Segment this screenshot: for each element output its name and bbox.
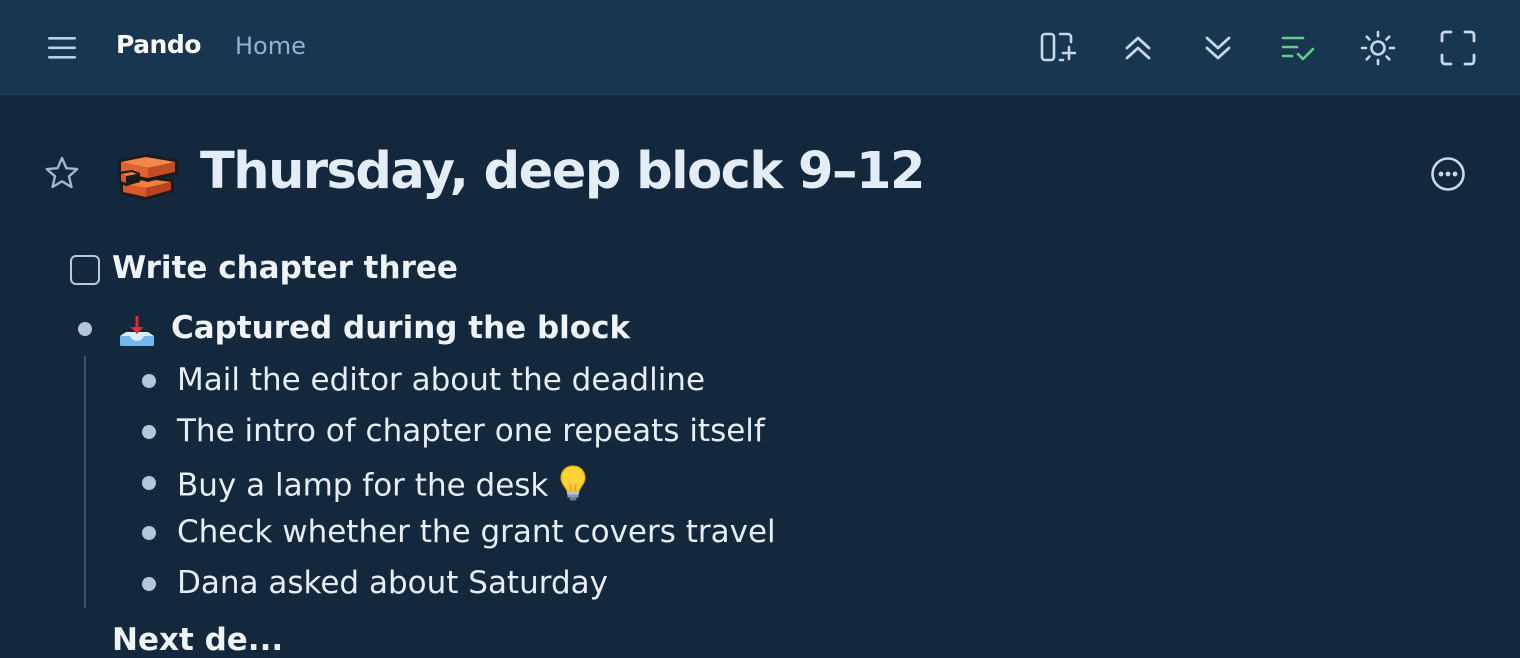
task-label[interactable]: Write chapter three <box>112 250 458 286</box>
page-title[interactable]: Thursday, deep block 9–12 <box>200 142 926 201</box>
fullscreen-icon[interactable] <box>1438 28 1478 68</box>
breadcrumb-home[interactable]: Home <box>235 32 306 60</box>
list-item-label[interactable]: Check whether the grant covers travel <box>177 514 776 550</box>
list-item-partial[interactable]: Next de... <box>112 622 283 658</box>
bullet-icon[interactable] <box>142 526 156 540</box>
task-checkbox[interactable] <box>70 255 100 285</box>
add-panel-icon[interactable] <box>1038 28 1078 68</box>
star-icon[interactable] <box>42 154 82 194</box>
bricks-icon[interactable] <box>112 146 184 206</box>
bullet-icon[interactable] <box>78 322 92 336</box>
hide-completed-icon[interactable] <box>1278 28 1318 68</box>
top-bar: Pando Home <box>0 0 1520 95</box>
menu-icon[interactable] <box>44 33 80 63</box>
expand-all-icon[interactable] <box>1198 28 1238 68</box>
theme-toggle-icon[interactable] <box>1358 28 1398 68</box>
outline-group-label[interactable]: Captured during the block <box>171 310 630 346</box>
inbox-tray-icon <box>116 312 158 350</box>
list-item-text: Buy a lamp for the desk <box>177 467 549 504</box>
app-name[interactable]: Pando <box>116 30 201 59</box>
page-content: Thursday, deep block 9–12 Write chapter … <box>0 96 1520 658</box>
light-bulb-icon <box>558 464 588 510</box>
thread-line[interactable] <box>84 356 86 608</box>
bullet-icon[interactable] <box>142 577 156 591</box>
bullet-icon[interactable] <box>142 425 156 439</box>
list-item-label[interactable]: Buy a lamp for the desk <box>177 464 588 510</box>
bullet-icon[interactable] <box>142 374 156 388</box>
collapse-all-icon[interactable] <box>1118 28 1158 68</box>
list-item-label[interactable]: Dana asked about Saturday <box>177 565 608 601</box>
list-item-label[interactable]: The intro of chapter one repeats itself <box>177 413 765 449</box>
more-options-icon[interactable] <box>1428 154 1468 194</box>
list-item-label[interactable]: Mail the editor about the deadline <box>177 362 705 398</box>
bullet-icon[interactable] <box>142 476 156 490</box>
